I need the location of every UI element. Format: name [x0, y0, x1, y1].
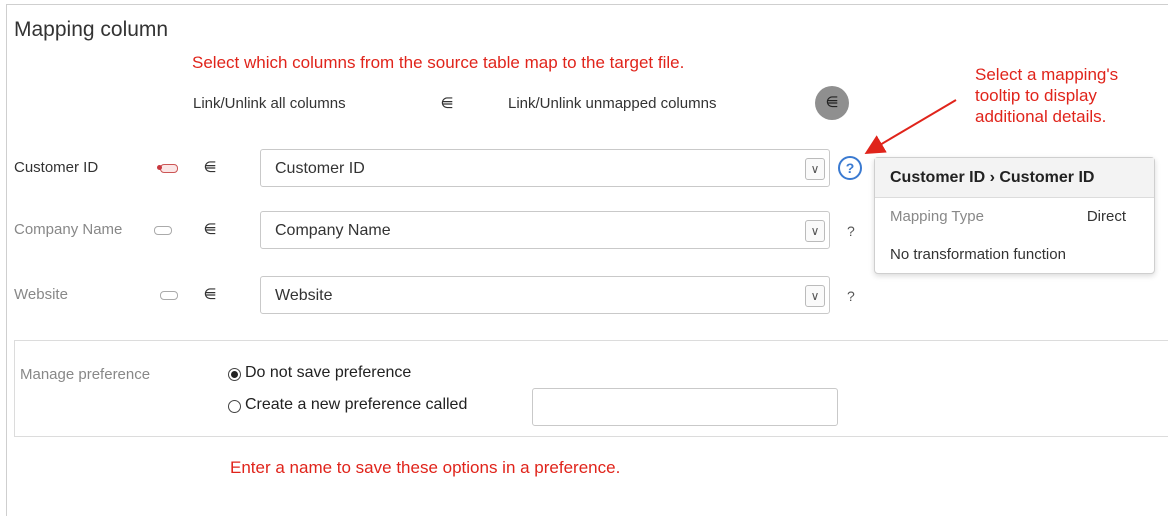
source-column-company-name: Company Name — [14, 221, 123, 238]
mapping-handle[interactable] — [160, 291, 178, 300]
plug-icon[interactable]: ⋹ — [201, 221, 219, 239]
radio-do-not-save-label[interactable]: Do not save preference — [245, 364, 411, 382]
radio-create-new[interactable] — [228, 400, 241, 413]
mapping-type-label: Mapping Type — [890, 208, 984, 225]
mapping-tooltip: Customer ID › Customer ID Mapping Type D… — [874, 157, 1155, 274]
link-unmapped-plug-icon[interactable]: ⋹ — [815, 86, 849, 120]
plug-icon[interactable]: ⋹ — [201, 159, 219, 177]
link-unmapped-label: Link/Unlink unmapped columns — [508, 95, 717, 112]
radio-do-not-save[interactable] — [228, 368, 241, 381]
annotation-bottom: Enter a name to save these options in a … — [230, 458, 621, 477]
help-icon[interactable]: ? — [847, 223, 855, 239]
link-all-label: Link/Unlink all columns — [193, 95, 346, 112]
mapping-handle[interactable] — [154, 226, 172, 235]
help-icon[interactable]: ? — [847, 288, 855, 304]
mapped-dot-icon — [157, 165, 162, 170]
target-column-select[interactable]: Customer ID ∨ — [260, 149, 830, 187]
manage-preference-label: Manage preference — [20, 366, 151, 383]
target-column-select[interactable]: Company Name ∨ — [260, 211, 830, 249]
target-column-select[interactable]: Website ∨ — [260, 276, 830, 314]
transformation-note: No transformation function — [890, 246, 1066, 263]
plug-icon[interactable]: ⋹ — [438, 95, 456, 113]
chevron-down-icon[interactable]: ∨ — [805, 220, 825, 242]
mapping-handle[interactable] — [160, 164, 178, 173]
mapping-type-value: Direct — [1086, 208, 1126, 225]
source-column-website: Website — [14, 286, 68, 303]
source-column-customer-id: Customer ID — [14, 159, 99, 176]
chevron-down-icon[interactable]: ∨ — [805, 285, 825, 307]
chevron-down-icon[interactable]: ∨ — [805, 158, 825, 180]
plug-icon[interactable]: ⋹ — [201, 286, 219, 304]
preference-name-input[interactable] — [532, 388, 838, 426]
radio-create-new-label[interactable]: Create a new preference called — [245, 396, 467, 414]
help-circle-icon[interactable]: ? — [838, 156, 862, 180]
tooltip-header: Customer ID › Customer ID — [875, 158, 1154, 198]
